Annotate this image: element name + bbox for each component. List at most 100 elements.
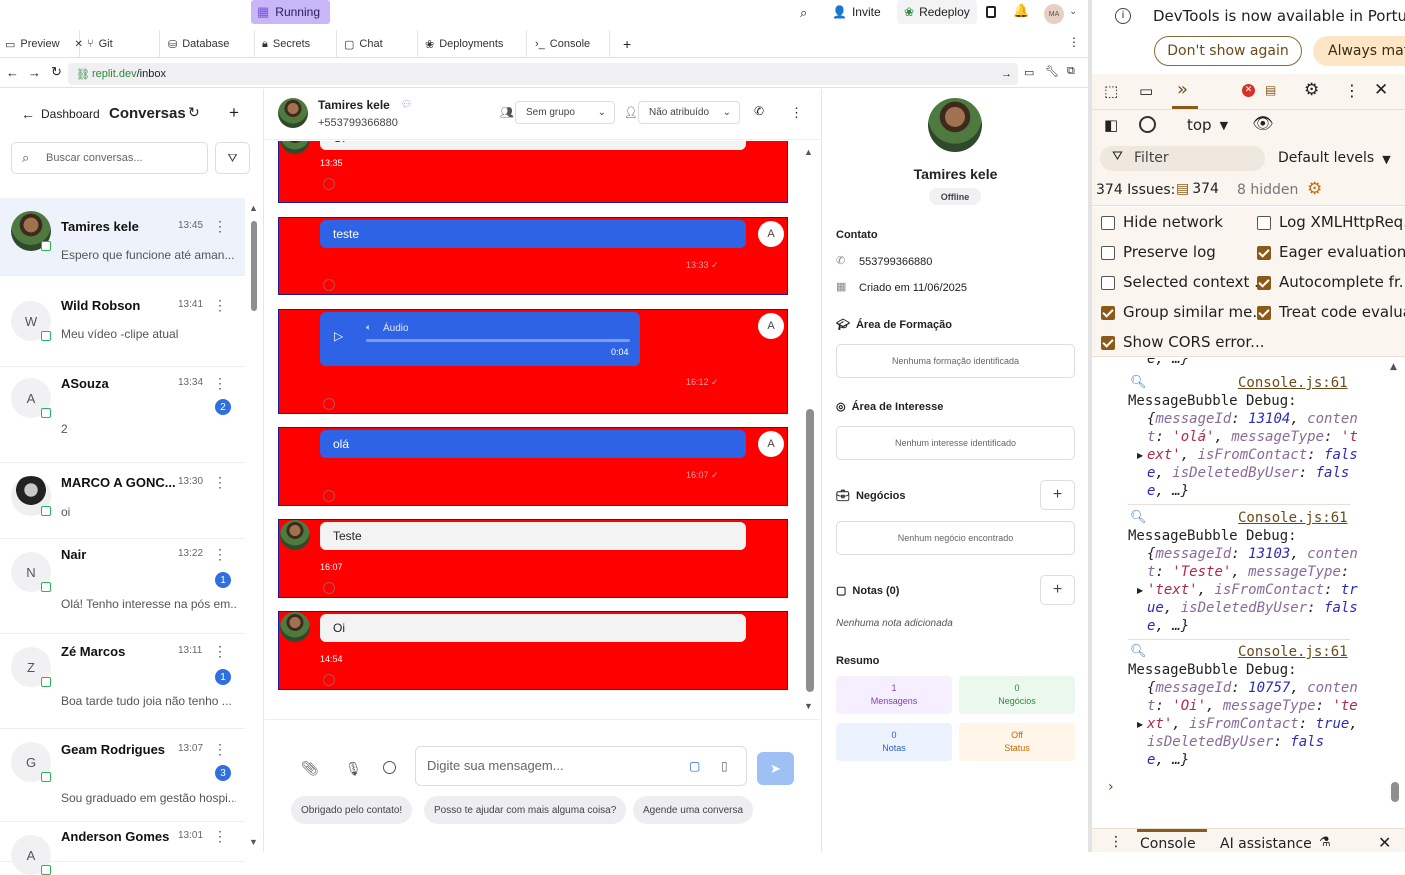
quick-reply-chip[interactable]: Posso te ajudar com mais alguma coisa?	[424, 796, 627, 824]
message-bubble[interactable]: Teste	[320, 522, 746, 550]
tab-deployments[interactable]: ❀ Deployments	[420, 30, 527, 58]
message-input[interactable]: Digite sua mensagem... ▢ ▯	[415, 746, 747, 786]
log-levels-select[interactable]: Default levels ▼	[1278, 150, 1391, 166]
user-avatar[interactable]: MA	[1044, 4, 1064, 24]
show-cors-checkbox[interactable]	[1101, 336, 1115, 350]
microphone-icon[interactable]: 🎙︎	[345, 761, 362, 777]
assign-select[interactable]: Não atribuído ⌄	[638, 101, 740, 124]
filter-input[interactable]: ⛛ Filter	[1100, 146, 1265, 171]
scroll-thumb[interactable]	[1391, 782, 1399, 802]
quick-reply-chip[interactable]: Obrigado pelo contato!	[291, 796, 413, 824]
reaction-icon[interactable]	[323, 398, 335, 410]
forward-arrow-icon[interactable]: →	[28, 65, 41, 80]
more-options-icon[interactable]: ⋮	[213, 644, 227, 658]
go-arrow-icon[interactable]: →	[1001, 68, 1012, 80]
filter-button[interactable]: ⛛	[215, 142, 250, 174]
conversation-item[interactable]: W Wild Robson 13:41 ⋮ Meu vídeo -clipe atual	[0, 289, 245, 367]
conversation-item[interactable]: A ASouza 13:34 ⋮ 2 2	[0, 367, 245, 463]
scroll-thumb[interactable]	[806, 409, 814, 692]
tab-chat[interactable]: ▢ Chat	[339, 30, 418, 58]
scroll-up-icon[interactable]: ▲	[804, 147, 813, 157]
drawer-tab-console[interactable]: Console	[1140, 836, 1196, 852]
inspect-element-icon[interactable]: ⬚	[1104, 82, 1118, 100]
treat-code-eval-checkbox[interactable]	[1257, 306, 1271, 320]
reload-icon[interactable]: ↻	[51, 64, 62, 80]
close-icon[interactable]: ✕	[1378, 833, 1391, 852]
wrench-icon[interactable]: 🔧︎	[1045, 65, 1059, 78]
reaction-icon[interactable]	[323, 490, 335, 502]
chevron-down-icon[interactable]: ⌄	[1069, 6, 1077, 17]
dashboard-link[interactable]: Dashboard	[41, 107, 100, 121]
search-input[interactable]: Buscar conversas...	[46, 152, 143, 164]
scroll-thumb[interactable]	[251, 221, 257, 311]
more-options-icon[interactable]: ⋮	[213, 376, 227, 390]
group-similar-checkbox[interactable]	[1101, 306, 1115, 320]
reaction-icon[interactable]	[323, 279, 335, 291]
more-options-icon[interactable]: ⋮	[213, 219, 227, 233]
more-options-icon[interactable]: ⋮	[1109, 834, 1123, 850]
log-source-link[interactable]: Console.js:61	[1238, 644, 1348, 660]
expand-triangle-icon[interactable]: ▶	[1137, 451, 1143, 460]
external-link-icon[interactable]: ⧉	[1067, 65, 1075, 78]
tab-console[interactable]: ›_ Console	[530, 30, 610, 58]
run-status-button[interactable]: ▦ Running	[251, 0, 330, 24]
add-note-button[interactable]: +	[1040, 575, 1075, 605]
search-box[interactable]: ⌕ Buscar conversas...	[11, 142, 208, 174]
autocomplete-checkbox[interactable]	[1257, 276, 1271, 290]
message-bubble[interactable]: olá	[320, 430, 746, 458]
redeploy-button[interactable]: ❀ Redeploy	[897, 0, 977, 24]
message-icon[interactable]: ▤	[1265, 83, 1276, 97]
conversation-item[interactable]: A Anderson Gomes 13:01 ⋮	[0, 822, 245, 875]
invite-button[interactable]: 👤 Invite	[825, 0, 888, 24]
more-options-icon[interactable]: ⋮	[213, 829, 227, 843]
back-arrow-icon[interactable]: ←	[21, 106, 35, 122]
conversation-item[interactable]: G Geam Rodrigues 13:07 ⋮ Sou graduado em ges…	[0, 729, 245, 822]
more-options-icon[interactable]: ⋮	[1344, 81, 1360, 100]
selected-context-checkbox[interactable]	[1101, 276, 1115, 290]
console-prompt-icon[interactable]: ›	[1108, 779, 1114, 795]
eager-evaluation-checkbox[interactable]	[1257, 246, 1271, 260]
scroll-up-icon[interactable]: ▲	[1390, 362, 1397, 372]
eye-icon[interactable]: 👁︎	[1252, 114, 1274, 134]
conversation-item[interactable]: Tamires kele 13:45 ⋮ Espero que funcione at…	[0, 198, 245, 276]
device-toggle-icon[interactable]: ▭	[1139, 82, 1153, 100]
reaction-icon[interactable]	[323, 674, 335, 686]
expand-triangle-icon[interactable]: ▶	[1137, 720, 1143, 729]
conversation-item[interactable]: MARCO A GONC... 13:30 ⋮ oi	[0, 463, 245, 539]
send-button[interactable]: ➤	[757, 752, 794, 785]
conversation-item[interactable]: N Nair 13:22 ⋮ Olá! Tenho interesse na pós e…	[0, 539, 245, 634]
message-bubble[interactable]: teste	[320, 220, 746, 248]
mobile-icon[interactable]	[986, 6, 996, 18]
tab-database[interactable]: ⛁ Database	[163, 30, 255, 58]
message-bubble[interactable]: Oi	[320, 141, 746, 150]
more-options-icon[interactable]: ⋮	[213, 298, 227, 312]
scroll-down-icon[interactable]: ▼	[249, 837, 258, 847]
new-tab-plus-icon[interactable]: +	[623, 36, 631, 52]
more-options-icon[interactable]: ⋮	[1068, 35, 1080, 49]
hide-network-checkbox[interactable]	[1101, 216, 1115, 230]
quick-reply-icon[interactable]: ▢	[689, 759, 700, 773]
phone-call-icon[interactable]: ✆	[754, 104, 764, 118]
back-arrow-icon[interactable]: ←	[6, 65, 19, 80]
log-source-link[interactable]: Console.js:61	[1238, 510, 1348, 526]
audio-progress[interactable]	[366, 339, 630, 342]
log-xhr-checkbox[interactable]	[1257, 216, 1271, 230]
contact-avatar[interactable]	[278, 98, 308, 128]
more-options-icon[interactable]: ⋮	[790, 105, 803, 121]
dont-show-again-button[interactable]: Don't show again	[1154, 36, 1302, 66]
more-options-icon[interactable]: ⋮	[213, 547, 227, 561]
gear-icon[interactable]: ⚙	[1307, 179, 1322, 199]
more-options-icon[interactable]: ⋮	[213, 742, 227, 756]
more-options-icon[interactable]: ⋮	[213, 475, 227, 489]
quick-reply-chip[interactable]: Agende uma conversa	[633, 796, 754, 824]
tab-preview[interactable]: ▭ Preview ✕	[0, 30, 83, 58]
gear-icon[interactable]: ⚙	[1304, 80, 1319, 100]
always-match-button[interactable]: Always mat	[1313, 36, 1405, 66]
sidebar-toggle-icon[interactable]: ◧	[1104, 116, 1118, 134]
error-icon[interactable]: ✕	[1242, 84, 1255, 97]
play-icon[interactable]: ▷	[334, 329, 352, 347]
tab-secrets[interactable]: 🔒︎ Secrets	[257, 30, 337, 58]
refresh-icon[interactable]: ↻	[188, 104, 200, 121]
add-conversation-plus-icon[interactable]: +	[229, 103, 239, 123]
drawer-tab-ai-assistance[interactable]: AI assistance	[1220, 836, 1312, 852]
